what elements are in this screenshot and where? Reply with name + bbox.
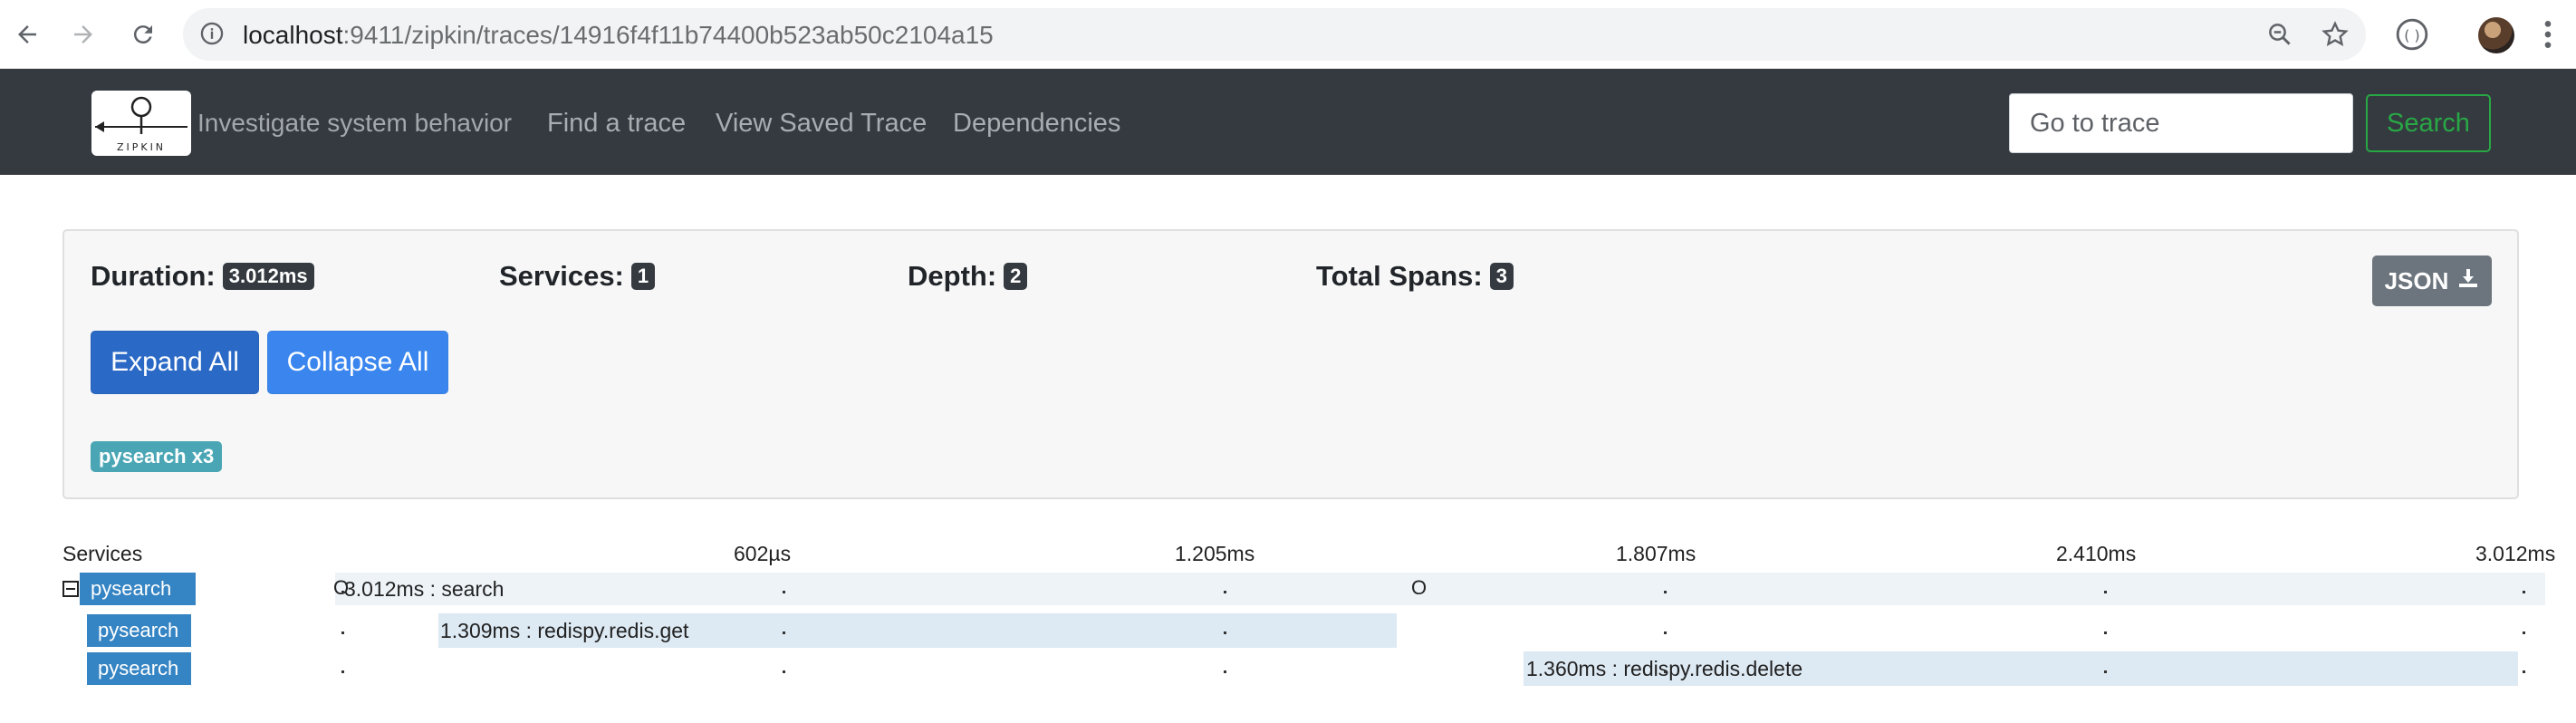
json-label: JSON bbox=[2384, 266, 2449, 294]
gridline-dot bbox=[341, 591, 344, 593]
goto-trace-input[interactable] bbox=[2009, 93, 2353, 153]
depth-stat: Depth: 2 bbox=[908, 260, 1028, 293]
gridline-dot bbox=[1224, 591, 1226, 593]
services-header: Services bbox=[62, 542, 143, 565]
zipkin-logo[interactable]: ZIPKIN bbox=[91, 91, 191, 156]
collapse-toggle-icon[interactable] bbox=[62, 581, 79, 597]
span-label: 1.309ms : redispy.redis.get bbox=[440, 619, 689, 642]
tick-label: 1.807ms bbox=[1616, 542, 1697, 565]
back-icon[interactable] bbox=[5, 13, 49, 56]
navbar: ZIPKIN Investigate system behavior Find … bbox=[0, 69, 2576, 175]
annotation-marker: O bbox=[1411, 576, 1427, 599]
gridline-dot bbox=[1224, 670, 1226, 673]
service-label[interactable]: pysearch bbox=[87, 614, 191, 647]
search-button[interactable]: Search bbox=[2366, 94, 2491, 152]
duration-stat: Duration: 3.012ms bbox=[91, 260, 314, 293]
gridline-dot bbox=[1664, 591, 1667, 593]
services-stat: Services: 1 bbox=[499, 260, 656, 293]
json-download-button[interactable]: JSON bbox=[2372, 255, 2492, 306]
tick-label: 2.410ms bbox=[2056, 542, 2137, 565]
nav-dependencies[interactable]: Dependencies bbox=[953, 109, 1120, 139]
services-badge: 1 bbox=[630, 263, 656, 290]
tagline: Investigate system behavior bbox=[197, 109, 513, 137]
address-bar[interactable]: localhost:9411/zipkin/traces/14916f4f11b… bbox=[183, 8, 2366, 61]
span-label: 3.012ms : search bbox=[344, 577, 505, 601]
expand-all-button[interactable]: Expand All bbox=[91, 331, 259, 394]
span-label: 1.360ms : redispy.redis.delete bbox=[1526, 657, 1803, 680]
nav-view-saved-trace[interactable]: View Saved Trace bbox=[716, 109, 927, 139]
tick-label: 602µs bbox=[734, 542, 792, 565]
depth-label: Depth: bbox=[908, 260, 997, 292]
gridline-dot bbox=[783, 591, 785, 593]
service-label[interactable]: pysearch bbox=[87, 652, 191, 685]
gridline-dot bbox=[1664, 631, 1667, 634]
service-label[interactable]: pysearch bbox=[80, 573, 196, 605]
spans-label: Total Spans: bbox=[1316, 260, 1483, 292]
gridline-dot bbox=[1664, 670, 1667, 673]
download-icon bbox=[2457, 267, 2479, 295]
zoom-icon[interactable] bbox=[2266, 21, 2293, 48]
duration-badge: 3.012ms bbox=[222, 263, 314, 290]
forward-icon[interactable] bbox=[62, 13, 105, 56]
depth-badge: 2 bbox=[1004, 263, 1028, 290]
service-filter-badge[interactable]: pysearch x3 bbox=[91, 441, 223, 472]
spans-badge: 3 bbox=[1489, 263, 1514, 290]
gridline-dot bbox=[341, 670, 344, 673]
reload-icon[interactable] bbox=[121, 13, 165, 56]
gridline-dot bbox=[2104, 670, 2107, 673]
duration-label: Duration: bbox=[91, 260, 216, 292]
spans-stat: Total Spans: 3 bbox=[1316, 260, 1514, 293]
span-bar-search[interactable] bbox=[335, 572, 2545, 606]
gridline-dot bbox=[783, 631, 785, 634]
collapse-all-button[interactable]: Collapse All bbox=[267, 331, 448, 394]
gridline-dot bbox=[2523, 631, 2525, 634]
tick-label: 1.205ms bbox=[1175, 542, 1255, 565]
gridline-dot bbox=[1224, 631, 1226, 634]
svg-text:( ): ( ) bbox=[2404, 26, 2419, 43]
services-label: Services: bbox=[499, 260, 624, 292]
trace-summary-panel: Duration: 3.012ms Services: 1 Depth: 2 T… bbox=[62, 229, 2519, 499]
url-text: localhost:9411/zipkin/traces/14916f4f11b… bbox=[243, 21, 994, 49]
gridline-dot bbox=[2523, 670, 2525, 673]
browser-toolbar: localhost:9411/zipkin/traces/14916f4f11b… bbox=[0, 0, 2576, 69]
gridline-dot bbox=[2523, 591, 2525, 593]
info-icon[interactable] bbox=[199, 21, 225, 46]
logo-text: ZIPKIN bbox=[117, 141, 166, 153]
star-icon[interactable] bbox=[2321, 20, 2350, 49]
gridline-dot bbox=[783, 670, 785, 673]
gridline-dot bbox=[2104, 591, 2107, 593]
menu-icon[interactable] bbox=[2542, 16, 2554, 53]
extension-icon[interactable]: ( ) bbox=[2395, 17, 2429, 52]
nav-find-trace[interactable]: Find a trace bbox=[547, 109, 686, 139]
gridline-dot bbox=[341, 631, 344, 634]
tick-label: 3.012ms bbox=[2475, 542, 2556, 565]
avatar[interactable] bbox=[2478, 17, 2514, 53]
gridline-dot bbox=[2104, 631, 2107, 634]
